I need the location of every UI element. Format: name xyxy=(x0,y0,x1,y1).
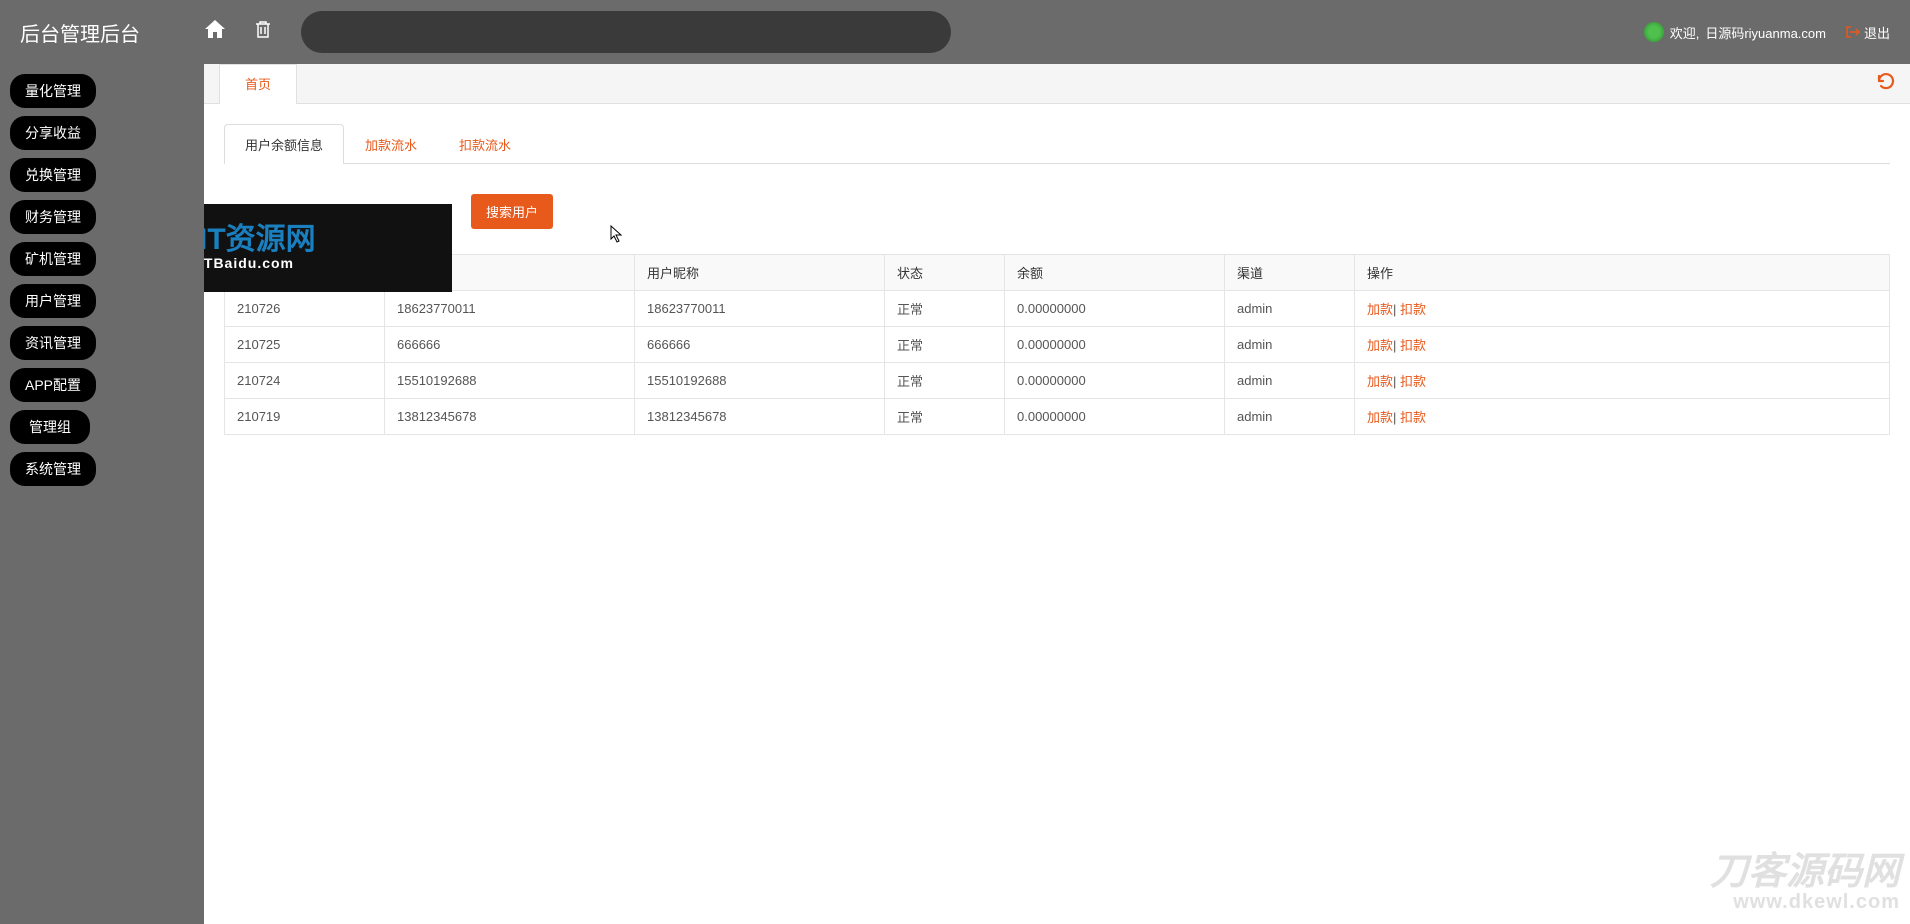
sidebar-item-user[interactable]: 用户管理 xyxy=(10,284,96,318)
watermark-overlay: IT资源网 ITBaidu.com xyxy=(204,204,452,292)
cell-nickname: 15510192688 xyxy=(635,363,885,399)
cell-channel: admin xyxy=(1225,291,1355,327)
cell-channel: admin xyxy=(1225,399,1355,435)
cell-action: 加款| 扣款 xyxy=(1355,399,1890,435)
sub-tab-add[interactable]: 加款流水 xyxy=(344,124,438,164)
sidebar-item-miner[interactable]: 矿机管理 xyxy=(10,242,96,276)
avatar xyxy=(1644,22,1664,42)
app-title: 后台管理后台 xyxy=(20,18,155,47)
table-row: 2107261862377001118623770011正常0.00000000… xyxy=(225,291,1890,327)
header-icons xyxy=(205,20,271,44)
cell-nickname: 13812345678 xyxy=(635,399,885,435)
trash-icon[interactable] xyxy=(255,20,271,44)
header-search-input[interactable] xyxy=(301,11,951,53)
action-add[interactable]: 加款 xyxy=(1367,410,1393,425)
cell-balance: 0.00000000 xyxy=(1005,291,1225,327)
home-icon[interactable] xyxy=(205,20,225,44)
cell-status: 正常 xyxy=(885,363,1005,399)
cell-action: 加款| 扣款 xyxy=(1355,327,1890,363)
cell-username: 18623770011 xyxy=(385,291,635,327)
col-channel: 渠道 xyxy=(1225,255,1355,291)
sidebar-item-news[interactable]: 资讯管理 xyxy=(10,326,96,360)
cell-balance: 0.00000000 xyxy=(1005,363,1225,399)
search-user-button[interactable]: 搜索用户 xyxy=(471,194,553,229)
user-table: 用户ID 用户名 用户昵称 状态 余额 渠道 操作 21072618623770… xyxy=(224,254,1890,435)
cell-channel: admin xyxy=(1225,327,1355,363)
refresh-icon[interactable] xyxy=(1877,72,1895,95)
sidebar: 量化管理 分享收益 兑换管理 财务管理 矿机管理 用户管理 资讯管理 APP配置… xyxy=(0,64,204,924)
sidebar-item-quant[interactable]: 量化管理 xyxy=(10,74,96,108)
cell-status: 正常 xyxy=(885,399,1005,435)
welcome-prefix: 欢迎, xyxy=(1670,23,1700,42)
cell-action: 加款| 扣款 xyxy=(1355,363,1890,399)
cell-username: 15510192688 xyxy=(385,363,635,399)
sidebar-item-finance[interactable]: 财务管理 xyxy=(10,200,96,234)
watermark-sub: ITBaidu.com xyxy=(204,255,316,271)
sidebar-item-exchange[interactable]: 兑换管理 xyxy=(10,158,96,192)
table-row: 2107191381234567813812345678正常0.00000000… xyxy=(225,399,1890,435)
action-add[interactable]: 加款 xyxy=(1367,374,1393,389)
main-area: 首页 IT资源网 ITBaidu.com 用户余额信息 加款流水 扣款流水 搜索… xyxy=(204,64,1910,924)
col-nickname: 用户昵称 xyxy=(635,255,885,291)
cell-nickname: 18623770011 xyxy=(635,291,885,327)
cell-status: 正常 xyxy=(885,291,1005,327)
action-deduct[interactable]: 扣款 xyxy=(1400,338,1426,353)
table-row: 2107241551019268815510192688正常0.00000000… xyxy=(225,363,1890,399)
sidebar-item-share[interactable]: 分享收益 xyxy=(10,116,96,150)
col-action: 操作 xyxy=(1355,255,1890,291)
cell-nickname: 666666 xyxy=(635,327,885,363)
cell-action: 加款| 扣款 xyxy=(1355,291,1890,327)
action-add[interactable]: 加款 xyxy=(1367,338,1393,353)
sidebar-item-system[interactable]: 系统管理 xyxy=(10,452,96,486)
sidebar-item-admin[interactable]: 管理组 xyxy=(10,410,90,444)
action-add[interactable]: 加款 xyxy=(1367,302,1393,317)
welcome-user: 日源码riyuanma.com xyxy=(1705,23,1826,42)
table-header-row: 用户ID 用户名 用户昵称 状态 余额 渠道 操作 xyxy=(225,255,1890,291)
welcome-block: 欢迎, 日源码riyuanma.com xyxy=(1644,22,1826,42)
cell-username: 13812345678 xyxy=(385,399,635,435)
cell-username: 666666 xyxy=(385,327,635,363)
cell-id: 210724 xyxy=(225,363,385,399)
logout-icon xyxy=(1846,25,1860,39)
table-row: 210725666666666666正常0.00000000admin加款| 扣… xyxy=(225,327,1890,363)
header-bar: 后台管理后台 欢迎, 日源码riyuanma.com 退出 xyxy=(0,0,1910,64)
tab-bar: 首页 xyxy=(204,64,1910,104)
action-deduct[interactable]: 扣款 xyxy=(1400,374,1426,389)
search-row: 搜索用户 xyxy=(224,194,1890,229)
cell-id: 210725 xyxy=(225,327,385,363)
logout-label: 退出 xyxy=(1864,23,1890,42)
cell-id: 210719 xyxy=(225,399,385,435)
sub-tabs: 用户余额信息 加款流水 扣款流水 xyxy=(224,124,1890,164)
cell-channel: admin xyxy=(1225,363,1355,399)
tab-home[interactable]: 首页 xyxy=(219,64,297,104)
watermark-main: IT资源网 xyxy=(204,225,316,255)
sub-tab-balance[interactable]: 用户余额信息 xyxy=(224,124,344,164)
action-deduct[interactable]: 扣款 xyxy=(1400,302,1426,317)
action-deduct[interactable]: 扣款 xyxy=(1400,410,1426,425)
col-balance: 余额 xyxy=(1005,255,1225,291)
col-status: 状态 xyxy=(885,255,1005,291)
sub-tab-deduct[interactable]: 扣款流水 xyxy=(438,124,532,164)
cell-status: 正常 xyxy=(885,327,1005,363)
header-right: 欢迎, 日源码riyuanma.com 退出 xyxy=(1644,22,1890,42)
logout-button[interactable]: 退出 xyxy=(1846,23,1890,42)
cell-id: 210726 xyxy=(225,291,385,327)
cell-balance: 0.00000000 xyxy=(1005,399,1225,435)
cell-balance: 0.00000000 xyxy=(1005,327,1225,363)
sidebar-item-app[interactable]: APP配置 xyxy=(10,368,96,402)
content-area: IT资源网 ITBaidu.com 用户余额信息 加款流水 扣款流水 搜索用户 … xyxy=(204,104,1910,924)
